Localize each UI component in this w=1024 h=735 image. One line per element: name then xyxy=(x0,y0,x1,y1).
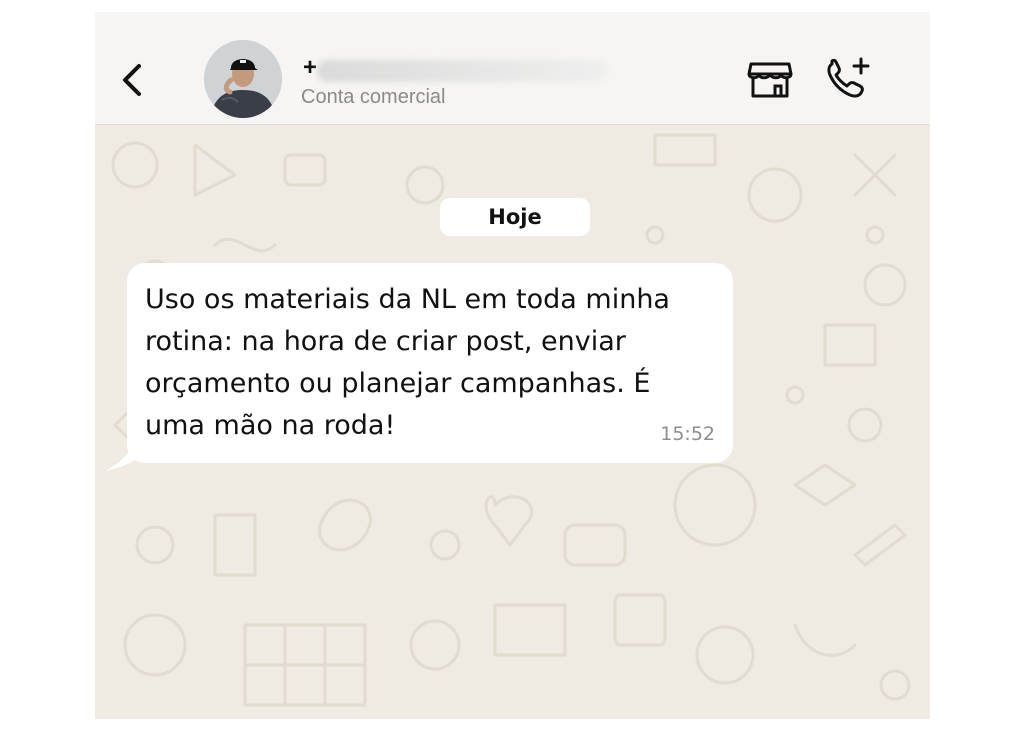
add-call-icon xyxy=(827,57,870,98)
chat-area[interactable]: Hoje Uso os materiais da NL em toda minh… xyxy=(95,125,930,719)
avatar-image xyxy=(204,40,282,118)
message-timestamp: 15:52 xyxy=(660,423,715,445)
storefront-icon xyxy=(747,62,793,98)
chat-header: + Conta comercial xyxy=(95,12,930,125)
chevron-left-icon xyxy=(123,64,141,96)
catalog-button[interactable] xyxy=(747,60,793,100)
contact-subtitle: Conta comercial xyxy=(301,86,446,108)
contact-name[interactable]: + xyxy=(303,54,613,82)
date-separator: Hoje xyxy=(440,198,590,236)
add-call-button[interactable] xyxy=(823,56,873,102)
back-button[interactable] xyxy=(117,60,147,100)
message-bubble[interactable]: Uso os materiais da NL em toda minha rot… xyxy=(127,263,733,463)
redacted-phone-number xyxy=(317,60,607,82)
avatar[interactable] xyxy=(204,40,282,118)
message-text: Uso os materiais da NL em toda minha rot… xyxy=(145,284,670,441)
chat-screen: + Conta comercial Hoje Uso os materiais … xyxy=(95,12,930,719)
contact-name-prefix: + xyxy=(303,54,318,81)
